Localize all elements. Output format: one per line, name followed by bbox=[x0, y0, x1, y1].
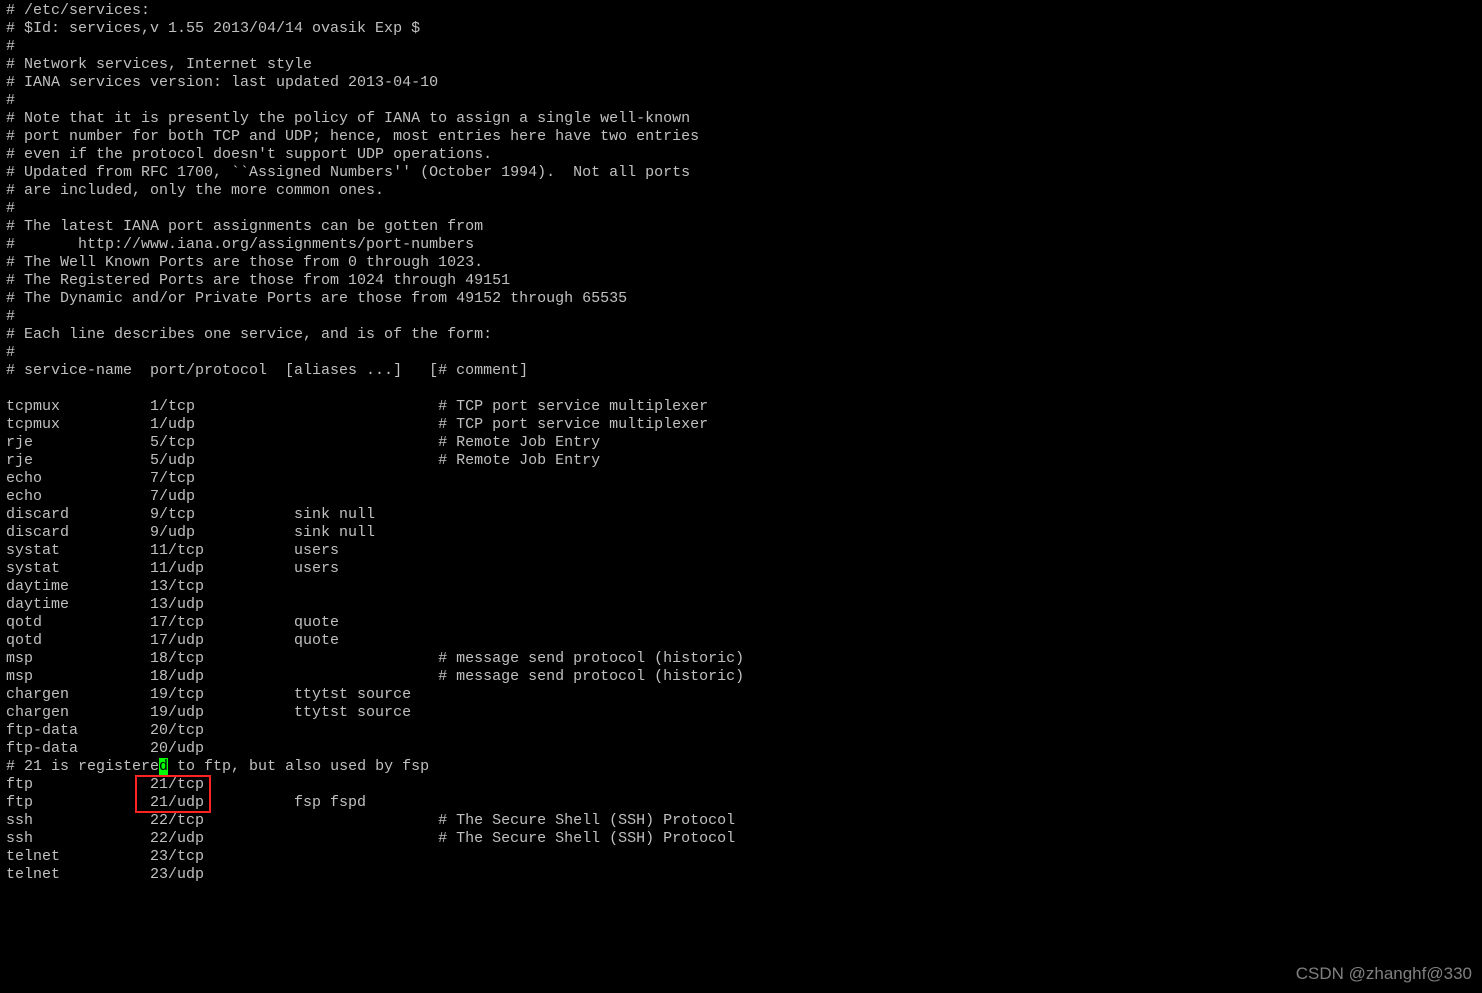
comment-line: # bbox=[6, 92, 1476, 110]
service-row: echo 7/tcp bbox=[6, 470, 1476, 488]
comment-line: # The Well Known Ports are those from 0 … bbox=[6, 254, 1476, 272]
terminal-output[interactable]: # /etc/services:# $Id: services,v 1.55 2… bbox=[0, 0, 1482, 886]
comment-line: # port number for both TCP and UDP; henc… bbox=[6, 128, 1476, 146]
service-row: discard 9/tcp sink null bbox=[6, 506, 1476, 524]
service-row: ftp-data 20/tcp bbox=[6, 722, 1476, 740]
comment-line: # The Dynamic and/or Private Ports are t… bbox=[6, 290, 1476, 308]
service-row: rje 5/tcp # Remote Job Entry bbox=[6, 434, 1476, 452]
service-row: daytime 13/tcp bbox=[6, 578, 1476, 596]
service-row: discard 9/udp sink null bbox=[6, 524, 1476, 542]
comment-line: # bbox=[6, 200, 1476, 218]
service-row: tcpmux 1/tcp # TCP port service multiple… bbox=[6, 398, 1476, 416]
service-row: systat 11/tcp users bbox=[6, 542, 1476, 560]
comment-line: # Updated from RFC 1700, ``Assigned Numb… bbox=[6, 164, 1476, 182]
comment-line: # /etc/services: bbox=[6, 2, 1476, 20]
comment-line: # Network services, Internet style bbox=[6, 56, 1476, 74]
comment-line: # bbox=[6, 344, 1476, 362]
service-row: telnet 23/tcp bbox=[6, 848, 1476, 866]
service-row: msp 18/tcp # message send protocol (hist… bbox=[6, 650, 1476, 668]
terminal-cursor: d bbox=[159, 758, 168, 775]
service-row: ftp-data 20/udp bbox=[6, 740, 1476, 758]
comment-line: # are included, only the more common one… bbox=[6, 182, 1476, 200]
comment-line-cursor: # 21 is registered to ftp, but also used… bbox=[6, 758, 1476, 776]
comment-line bbox=[6, 380, 1476, 398]
service-row: ssh 22/udp # The Secure Shell (SSH) Prot… bbox=[6, 830, 1476, 848]
comment-line: # IANA services version: last updated 20… bbox=[6, 74, 1476, 92]
comment-line: # service-name port/protocol [aliases ..… bbox=[6, 362, 1476, 380]
service-row: chargen 19/udp ttytst source bbox=[6, 704, 1476, 722]
service-row: msp 18/udp # message send protocol (hist… bbox=[6, 668, 1476, 686]
comment-line: # bbox=[6, 308, 1476, 326]
service-row: chargen 19/tcp ttytst source bbox=[6, 686, 1476, 704]
comment-line: # $Id: services,v 1.55 2013/04/14 ovasik… bbox=[6, 20, 1476, 38]
comment-line: # The latest IANA port assignments can b… bbox=[6, 218, 1476, 236]
service-row: telnet 23/udp bbox=[6, 866, 1476, 884]
service-row: tcpmux 1/udp # TCP port service multiple… bbox=[6, 416, 1476, 434]
service-row: qotd 17/udp quote bbox=[6, 632, 1476, 650]
service-row: echo 7/udp bbox=[6, 488, 1476, 506]
service-row: daytime 13/udp bbox=[6, 596, 1476, 614]
comment-line: # The Registered Ports are those from 10… bbox=[6, 272, 1476, 290]
service-row: ftp 21/udp fsp fspd bbox=[6, 794, 1476, 812]
service-row: ftp 21/tcp bbox=[6, 776, 1476, 794]
service-row: ssh 22/tcp # The Secure Shell (SSH) Prot… bbox=[6, 812, 1476, 830]
comment-line: # bbox=[6, 38, 1476, 56]
comment-line: # even if the protocol doesn't support U… bbox=[6, 146, 1476, 164]
comment-line: # Note that it is presently the policy o… bbox=[6, 110, 1476, 128]
service-row: rje 5/udp # Remote Job Entry bbox=[6, 452, 1476, 470]
service-row: qotd 17/tcp quote bbox=[6, 614, 1476, 632]
service-row: systat 11/udp users bbox=[6, 560, 1476, 578]
watermark: CSDN @zhanghf@330 bbox=[1296, 965, 1472, 983]
comment-line: # Each line describes one service, and i… bbox=[6, 326, 1476, 344]
comment-line: # http://www.iana.org/assignments/port-n… bbox=[6, 236, 1476, 254]
